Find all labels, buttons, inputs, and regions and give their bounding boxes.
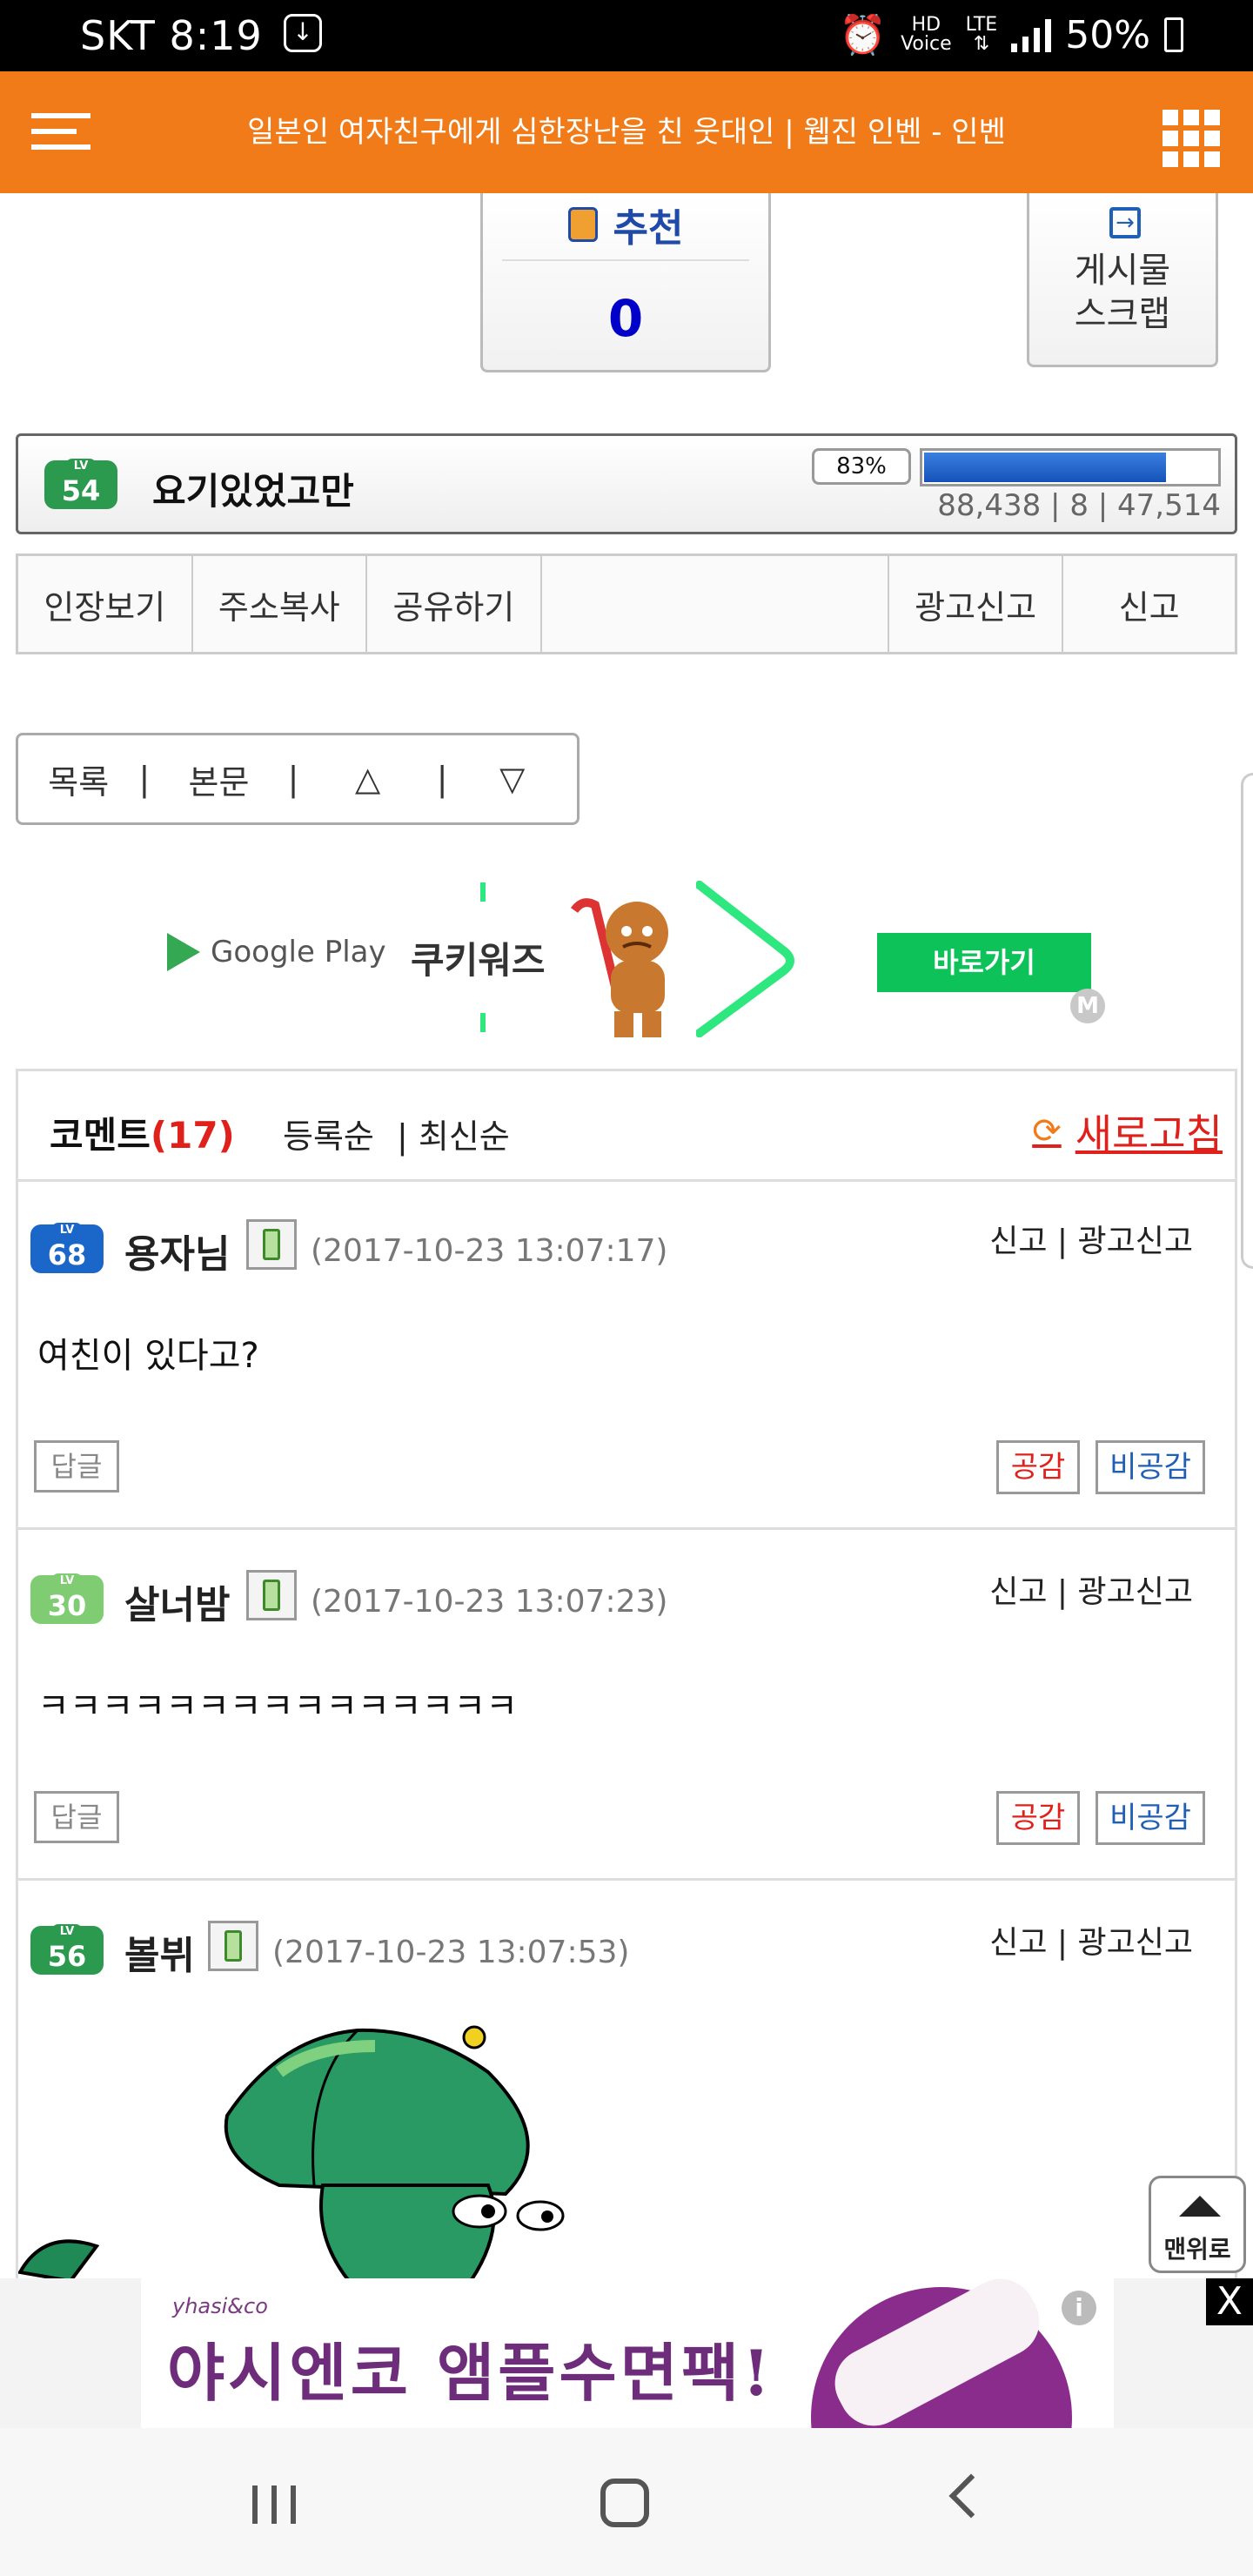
page-title: 일본인 여자친구에게 심한장난을 친 웃대인 | 웹진 인벤 - 인벤 (247, 115, 1006, 150)
ad-brand: yhasi&co (172, 2294, 268, 2318)
bottom-ad: yhasi&co 야시엔코 앰플수면팩! i X (0, 2278, 1253, 2428)
phone-icon (208, 1921, 258, 1971)
comments-title: 코멘트(17) (50, 1114, 235, 1157)
cookie-character-icon (570, 898, 668, 1037)
system-nav-bar (0, 2428, 1253, 2576)
character-image (18, 2025, 565, 2281)
comment-nick[interactable]: 볼뷔 (124, 1924, 195, 1980)
comments-header: 코멘트(17) 등록순 | 최신순 ⟳ 새로고침 (18, 1071, 1235, 1182)
level-badge: LV 30 (30, 1573, 104, 1624)
ad-text: 야시엔코 앰플수면팩! (167, 2336, 774, 2410)
site-header: 일본인 여자친구에게 심한장난을 친 웃대인 | 웹진 인벤 - 인벤 (0, 71, 1253, 193)
comment-time: (2017-10-23 13:07:53) (272, 1935, 630, 1970)
scrap-button[interactable]: → 게시물 스크랩 (1027, 193, 1218, 367)
report-ad-button[interactable]: 광고신고 (889, 556, 1064, 652)
comment-nick[interactable]: 살너밤 (124, 1573, 230, 1629)
recommend-button[interactable]: 추천 0 (480, 193, 771, 372)
google-play-logo: Google Play (167, 933, 386, 971)
level-badge: LV 54 (44, 459, 117, 509)
refresh-button[interactable]: ⟳ 새로고침 (1032, 1103, 1223, 1160)
comment-time: (2017-10-23 13:07:17) (311, 1233, 668, 1269)
comment-report-links[interactable]: 신고 | 광고신고 (989, 1566, 1193, 1612)
author-name[interactable]: 요기있었고만 (152, 462, 354, 515)
comment-item: LV 68 용자님 (2017-10-23 13:07:17) 신고 | 광고신… (18, 1179, 1235, 1530)
disagree-button[interactable]: 비공감 (1096, 1791, 1205, 1845)
hd-voice-icon: HD Voice (901, 14, 952, 55)
recent-apps-icon[interactable] (252, 2485, 299, 2524)
body-link[interactable]: 본문 (150, 755, 287, 803)
alarm-icon: ⏰ (839, 13, 888, 57)
disagree-button[interactable]: 비공감 (1096, 1440, 1205, 1494)
ad-close-button[interactable]: X (1206, 2278, 1253, 2325)
next-post-button[interactable]: ▽ (448, 760, 577, 798)
author-stats: 88,438 | 8 | 47,514 (937, 488, 1221, 523)
ad-info-icon[interactable]: i (1062, 2291, 1096, 2325)
author-bar: LV 54 요기있었고만 83% 88,438 | 8 | 47,514 (16, 433, 1237, 534)
exp-percent: 83% (812, 448, 911, 485)
back-icon[interactable] (948, 2473, 994, 2519)
signal-icon (1011, 17, 1052, 52)
scroll-top-button[interactable]: 맨위로 (1149, 2176, 1246, 2273)
actions-spacer (542, 556, 889, 652)
sort-latest-link[interactable]: 최신순 (419, 1117, 510, 1156)
comment-report-links[interactable]: 신고 | 광고신고 (989, 1917, 1193, 1962)
comment-body: 여친이 있다고? (37, 1336, 259, 1376)
comment-body: ㅋㅋㅋㅋㅋㅋㅋㅋㅋㅋㅋㅋㅋㅋㅋ (37, 1687, 518, 1727)
thumbs-up-icon (567, 207, 598, 242)
scrap-icon: → (1109, 207, 1141, 238)
play-store-icon (167, 933, 200, 971)
sort-register-link[interactable]: 등록순 (283, 1117, 374, 1156)
comment-time: (2017-10-23 13:07:23) (311, 1584, 668, 1620)
level-badge: LV 68 (30, 1223, 104, 1273)
share-button[interactable]: 공유하기 (367, 556, 542, 652)
copy-address-button[interactable]: 주소복사 (193, 556, 368, 652)
phone-icon (246, 1570, 297, 1620)
status-bar: SKT 8:19 ↓ ⏰ HD Voice LTE ⇅ 50% (0, 0, 1253, 71)
exp-bar (920, 448, 1221, 486)
comment-item: LV 56 볼뷔 (2017-10-23 13:07:53) 신고 | 광고신고 (18, 1881, 1235, 2281)
ad-game-name: 쿠키워즈 (411, 939, 546, 982)
scrap-label: 게시물 스크랩 (1074, 251, 1171, 334)
comment-report-links[interactable]: 신고 | 광고신고 (989, 1216, 1193, 1261)
prev-post-button[interactable]: △ (298, 760, 436, 798)
list-link[interactable]: 목록 (18, 755, 139, 803)
carrier-time: SKT 8:19 (80, 12, 263, 59)
ad-cta-button[interactable]: 바로가기 (877, 933, 1091, 992)
reply-button[interactable]: 답글 (34, 1791, 119, 1843)
reply-button[interactable]: 답글 (34, 1440, 119, 1493)
battery-icon (1164, 17, 1183, 52)
download-icon: ↓ (284, 14, 322, 52)
battery-percent: 50% (1065, 12, 1150, 57)
view-seal-button[interactable]: 인장보기 (18, 556, 193, 652)
status-icons: ⏰ HD Voice LTE ⇅ 50% (839, 12, 1183, 57)
post-actions: 인장보기 주소복사 공유하기 광고신고 신고 (16, 553, 1237, 654)
post-navigation: 목록 | 본문 | △ | ▽ (16, 733, 580, 825)
ad-info-badge[interactable]: M (1070, 989, 1105, 1023)
ad-arrow-graphic (696, 881, 794, 1037)
side-scroll-handle[interactable] (1241, 773, 1253, 1269)
comment-item: LV 30 살너밤 (2017-10-23 13:07:23) 신고 | 광고신… (18, 1530, 1235, 1881)
home-icon[interactable] (600, 2479, 649, 2527)
report-button[interactable]: 신고 (1063, 556, 1235, 652)
lte-icon: LTE ⇅ (965, 14, 998, 55)
recommend-count: 0 (607, 289, 644, 348)
bottom-ad-banner[interactable]: yhasi&co 야시엔코 앰플수면팩! i (141, 2278, 1114, 2428)
comment-sort: 등록순 | 최신순 (283, 1117, 510, 1156)
phone-icon (246, 1219, 297, 1270)
recommend-label: 추천 (613, 206, 684, 251)
grid-icon[interactable] (1163, 110, 1220, 167)
comment-nick[interactable]: 용자님 (124, 1223, 230, 1278)
menu-icon[interactable] (31, 113, 90, 151)
agree-button[interactable]: 공감 (996, 1440, 1080, 1494)
refresh-icon: ⟳ (1032, 1111, 1062, 1151)
comments-count: (17) (150, 1114, 235, 1157)
arrow-up-icon (1179, 2196, 1221, 2217)
scroll-top-label: 맨위로 (1163, 2235, 1231, 2264)
level-badge: LV 56 (30, 1924, 104, 1975)
game-ad-banner[interactable]: Google Play 쿠키워즈 바로가기 M (157, 881, 1114, 1037)
agree-button[interactable]: 공감 (996, 1791, 1080, 1845)
comments-section: 코멘트(17) 등록순 | 최신순 ⟳ 새로고침 LV 68 용자님 (2017… (16, 1069, 1237, 2287)
